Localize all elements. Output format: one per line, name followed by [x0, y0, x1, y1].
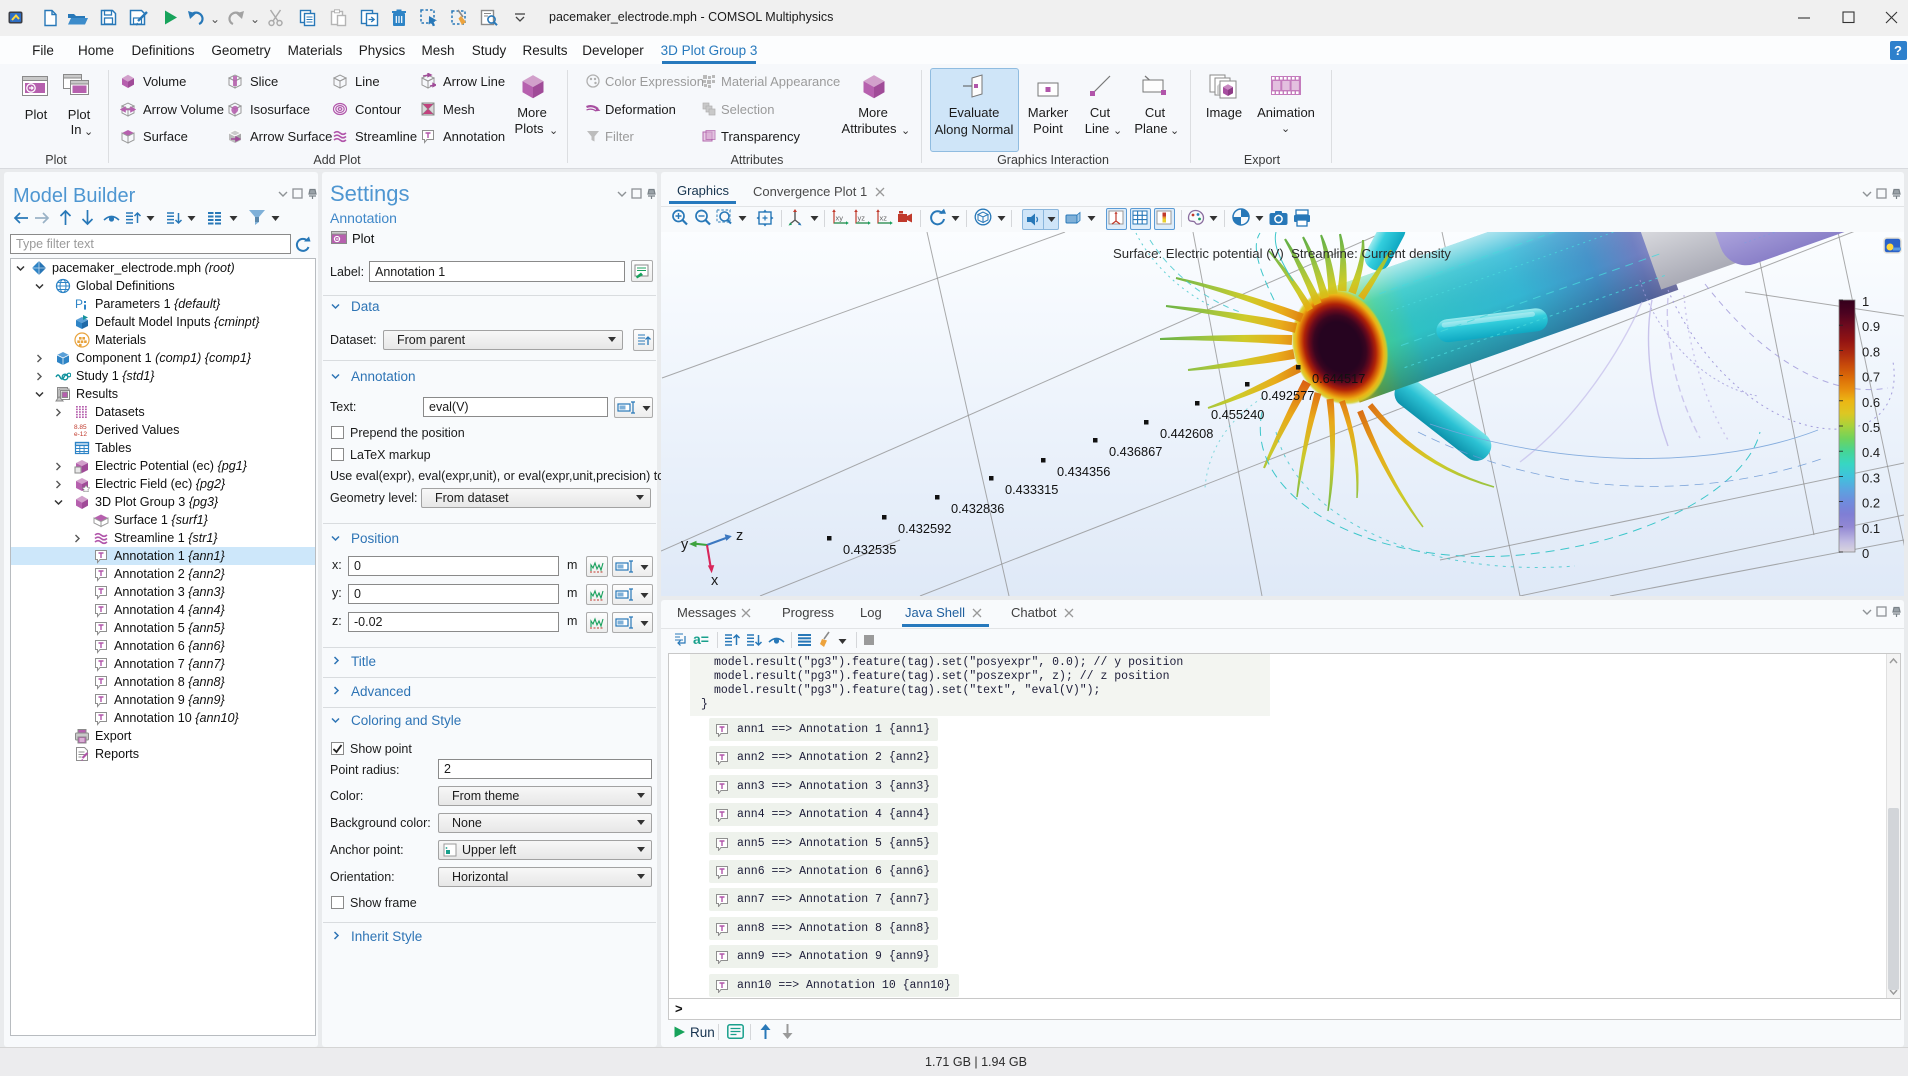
- svg-text:z: z: [736, 528, 743, 544]
- svg-text:0.5: 0.5: [1862, 420, 1880, 435]
- svg-text:0.2: 0.2: [1862, 496, 1880, 511]
- svg-text:0.436867: 0.436867: [1109, 444, 1162, 459]
- svg-text:0.492577: 0.492577: [1261, 388, 1314, 403]
- svg-text:0.7: 0.7: [1862, 370, 1880, 385]
- svg-text:1: 1: [1862, 294, 1869, 309]
- svg-text:0.432836: 0.432836: [951, 501, 1004, 516]
- svg-text:xz: xz: [880, 214, 888, 223]
- svg-text:0.434356: 0.434356: [1057, 464, 1110, 479]
- svg-text:xy: xy: [836, 214, 844, 223]
- svg-text:P: P: [75, 297, 83, 311]
- svg-text:y: y: [681, 537, 689, 553]
- svg-text:0.6: 0.6: [1862, 395, 1880, 410]
- svg-text:0.3: 0.3: [1862, 470, 1880, 485]
- svg-text:0.1: 0.1: [1862, 521, 1880, 536]
- svg-text:0.455240: 0.455240: [1211, 407, 1264, 422]
- svg-text:0.433315: 0.433315: [1005, 482, 1058, 497]
- svg-text:0.4: 0.4: [1862, 445, 1880, 460]
- svg-text:x: x: [711, 573, 719, 589]
- svg-text:8.85: 8.85: [74, 424, 87, 431]
- svg-text:yz: yz: [858, 214, 866, 223]
- svg-text:0: 0: [1862, 546, 1869, 561]
- svg-text:0.432592: 0.432592: [898, 521, 951, 536]
- svg-text:0.432535: 0.432535: [843, 542, 896, 557]
- svg-text:0.442608: 0.442608: [1160, 426, 1213, 441]
- svg-text:e-12: e-12: [74, 431, 87, 438]
- svg-text:0.644517: 0.644517: [1312, 371, 1365, 386]
- svg-text:Surface: Electric potential (V: Surface: Electric potential (V) Streamli…: [1113, 246, 1451, 261]
- svg-text:0.9: 0.9: [1862, 319, 1880, 334]
- svg-text:0.8: 0.8: [1862, 344, 1880, 359]
